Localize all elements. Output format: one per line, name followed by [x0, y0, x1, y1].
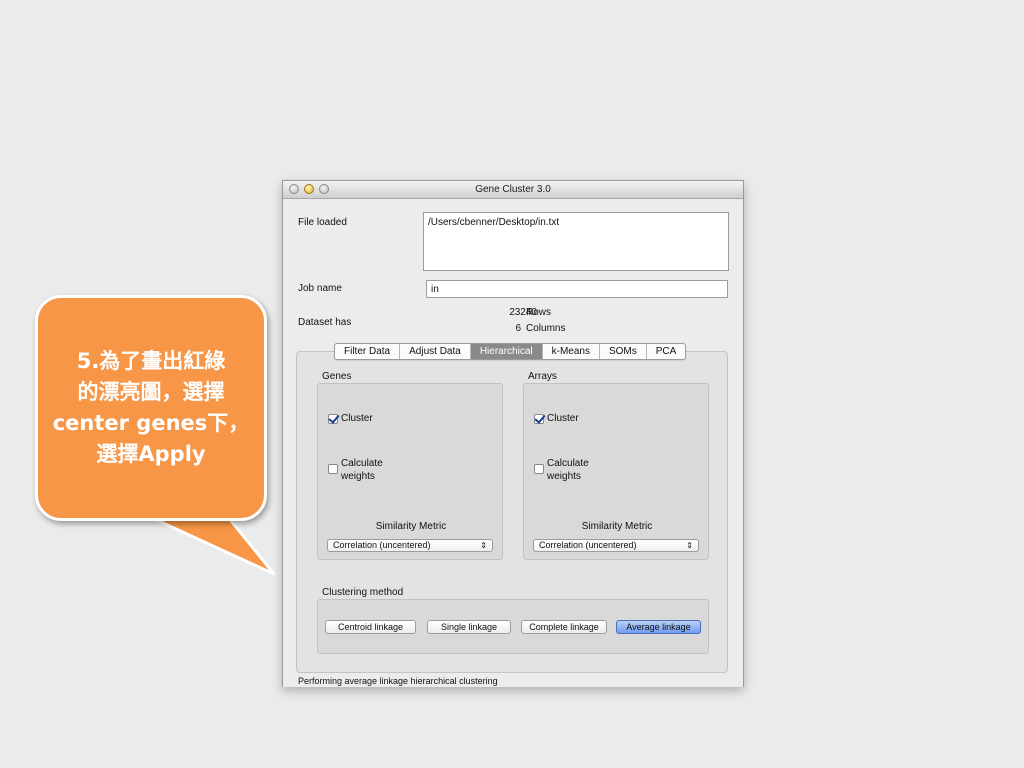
minimize-window-button[interactable] — [304, 184, 314, 194]
average-linkage-button[interactable]: Average linkage — [616, 620, 701, 634]
window-controls — [289, 184, 329, 194]
genes-similarity-value: Correlation (uncentered) — [333, 540, 431, 550]
tab-filter-data[interactable]: Filter Data — [335, 344, 401, 359]
tab-bar: Filter Data Adjust Data Hierarchical k-M… — [334, 343, 687, 360]
select-arrows-icon: ⇕ — [686, 541, 693, 550]
arrays-similarity-label: Similarity Metric — [581, 521, 653, 532]
arrays-cluster-label: Cluster — [547, 413, 579, 424]
close-window-button[interactable] — [289, 184, 299, 194]
hierarchical-tab-panel: Genes Cluster Calculate weights Similari… — [296, 351, 728, 673]
tab-k-means[interactable]: k-Means — [543, 344, 600, 359]
clustering-method-group: Centroid linkage Single linkage Complete… — [317, 599, 709, 654]
zoom-window-button[interactable] — [319, 184, 329, 194]
arrays-group-title: Arrays — [528, 371, 557, 382]
complete-linkage-button[interactable]: Complete linkage — [521, 620, 607, 634]
tab-soms[interactable]: SOMs — [600, 344, 647, 359]
file-path-value: /Users/cbenner/Desktop/in.txt — [428, 217, 560, 228]
job-name-value: in — [431, 284, 439, 295]
genes-similarity-select[interactable]: Correlation (uncentered) ⇕ — [327, 539, 493, 552]
file-loaded-label: File loaded — [298, 217, 347, 228]
arrays-similarity-value: Correlation (uncentered) — [539, 540, 637, 550]
genes-weights-label: Calculate weights — [341, 458, 383, 482]
columns-label: Columns — [526, 323, 566, 334]
callout-text: 5.為了畫出紅綠 的漂亮圖，選擇 center genes下， 選擇Apply — [52, 349, 250, 466]
genes-group-title: Genes — [322, 371, 352, 382]
arrays-group: Cluster Calculate weights Similarity Met… — [523, 383, 709, 560]
genes-similarity-label: Similarity Metric — [375, 521, 447, 532]
window-title: Gene Cluster 3.0 — [475, 184, 551, 195]
columns-count: 6 — [515, 323, 521, 334]
arrays-similarity-select[interactable]: Correlation (uncentered) ⇕ — [533, 539, 699, 552]
centroid-linkage-button[interactable]: Centroid linkage — [325, 620, 416, 634]
file-path-field[interactable]: /Users/cbenner/Desktop/in.txt — [423, 212, 729, 271]
arrays-cluster-checkbox[interactable] — [534, 414, 544, 424]
tab-hierarchical[interactable]: Hierarchical — [470, 344, 543, 359]
callout-bubble: 5.為了畫出紅綠 的漂亮圖，選擇 center genes下， 選擇Apply — [35, 295, 267, 521]
single-linkage-button[interactable]: Single linkage — [427, 620, 511, 634]
rows-label: Rows — [526, 307, 552, 318]
arrays-weights-label: Calculate weights — [547, 458, 589, 482]
genes-group: Cluster Calculate weights Similarity Met… — [317, 383, 503, 560]
genes-cluster-checkbox[interactable] — [328, 414, 338, 424]
genes-weights-checkbox[interactable] — [328, 464, 338, 474]
title-bar: Gene Cluster 3.0 — [283, 181, 743, 199]
status-text: Performing average linkage hierarchical … — [298, 676, 498, 686]
select-arrows-icon: ⇕ — [480, 541, 487, 550]
tab-pca[interactable]: PCA — [647, 344, 686, 359]
gene-cluster-window: Gene Cluster 3.0 File loaded /Users/cben… — [282, 180, 744, 687]
method-buttons-row: Centroid linkage Single linkage Complete… — [318, 620, 710, 634]
job-name-input[interactable]: in — [426, 280, 728, 298]
tab-adjust-data[interactable]: Adjust Data — [400, 344, 471, 359]
genes-cluster-label: Cluster — [341, 413, 373, 424]
job-name-label: Job name — [298, 283, 342, 294]
clustering-method-label: Clustering method — [322, 587, 404, 598]
arrays-weights-checkbox[interactable] — [534, 464, 544, 474]
dataset-label: Dataset has — [298, 317, 352, 328]
